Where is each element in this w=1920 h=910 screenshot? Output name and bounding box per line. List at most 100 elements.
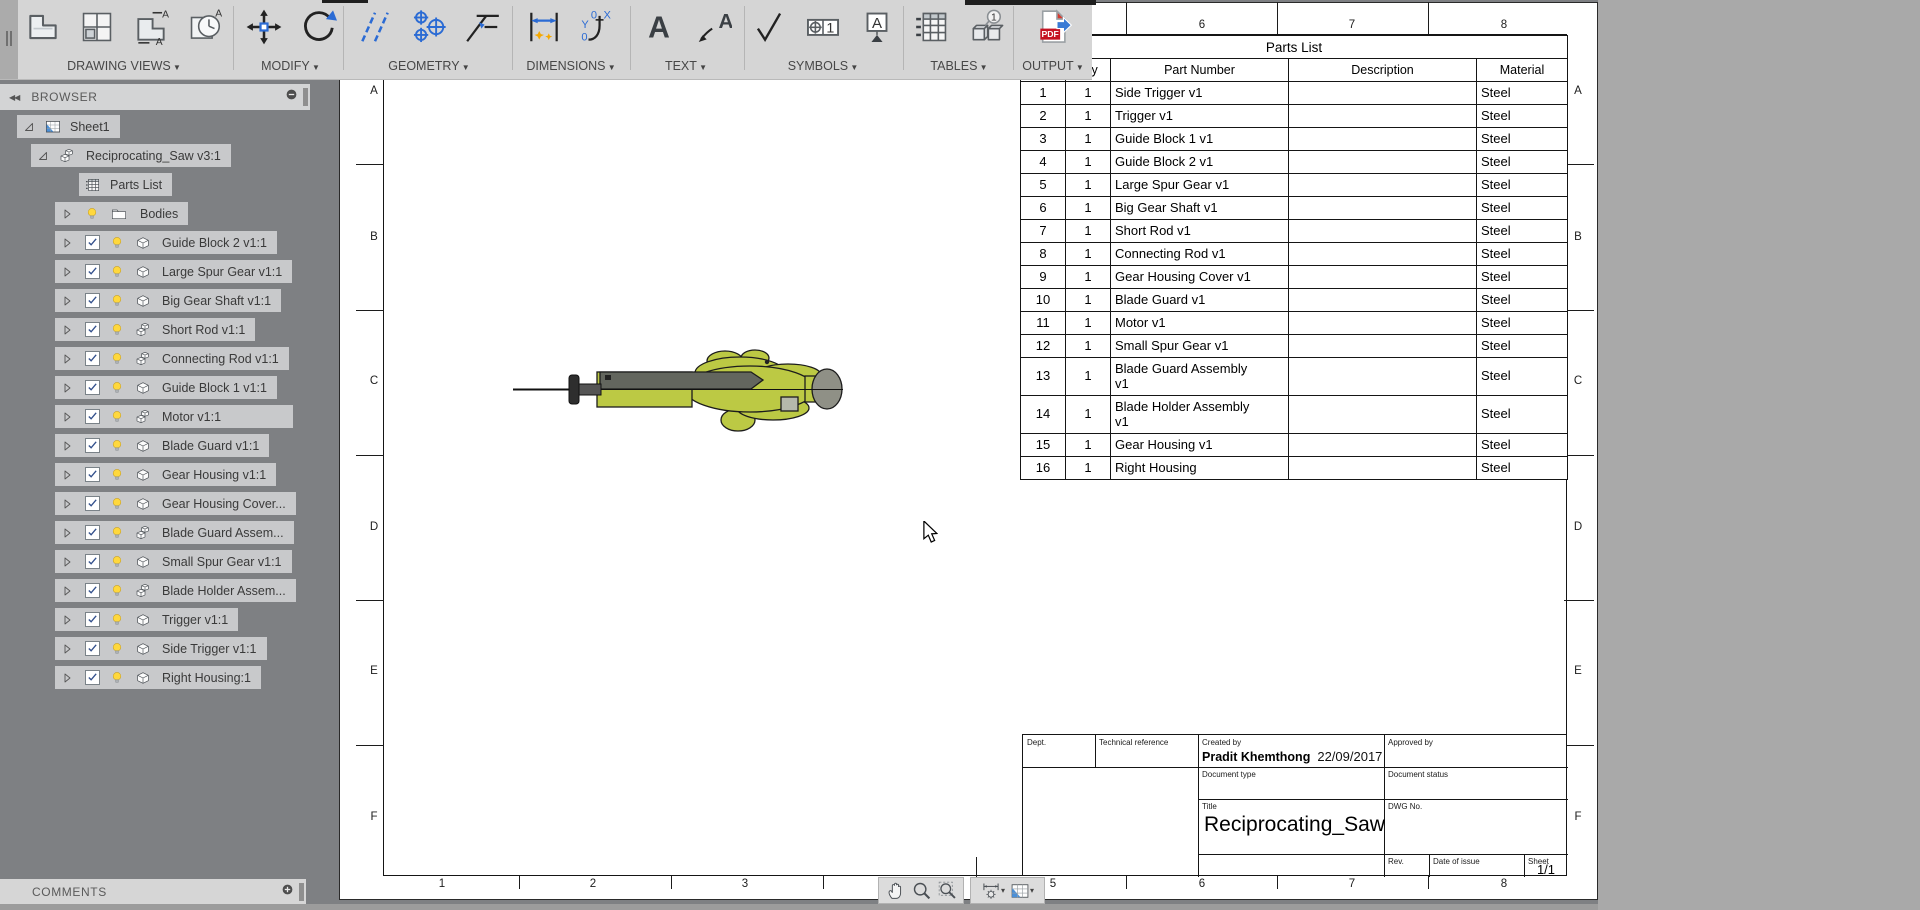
expander-open[interactable] xyxy=(22,112,36,141)
pan-button[interactable] xyxy=(885,880,906,901)
circle-minus-icon[interactable] xyxy=(285,88,298,106)
visibility-checkbox[interactable] xyxy=(84,489,101,518)
checkbox[interactable] xyxy=(85,264,100,279)
toolbar-group-label[interactable]: TABLES ▼ xyxy=(908,59,1010,73)
dimension-settings-dropdown[interactable]: ▾ xyxy=(981,881,1005,901)
browser-row-short-rod-v1-1[interactable]: Short Rod v1:1 xyxy=(0,315,310,344)
rotate-button[interactable] xyxy=(298,7,338,47)
browser-row-big-gear-shaft-v1-1[interactable]: Big Gear Shaft v1:1 xyxy=(0,286,310,315)
datum-identifier-button[interactable]: A xyxy=(857,7,897,47)
expander-closed[interactable] xyxy=(60,576,74,605)
visibility-checkbox[interactable] xyxy=(84,518,101,547)
checkbox[interactable] xyxy=(85,467,100,482)
browser-item-label[interactable]: Parts List xyxy=(110,178,162,192)
browser-header[interactable]: ◀◀ BROWSER xyxy=(0,84,310,110)
expander-closed[interactable] xyxy=(60,199,74,228)
edge-extension-button[interactable] xyxy=(463,7,503,47)
browser-item-label[interactable]: Large Spur Gear v1:1 xyxy=(162,265,282,279)
browser-row-sheet1[interactable]: Sheet1 xyxy=(0,112,310,141)
browser-item-label[interactable]: Big Gear Shaft v1:1 xyxy=(162,294,271,308)
browser-item-label[interactable]: Short Rod v1:1 xyxy=(162,323,245,337)
lightbulb-icon[interactable] xyxy=(109,634,125,663)
checkbox[interactable] xyxy=(85,438,100,453)
browser-row-blade-guard-assem[interactable]: Blade Guard Assem... xyxy=(0,518,310,547)
text-button[interactable]: A xyxy=(639,7,679,47)
lightbulb-icon[interactable] xyxy=(109,663,125,692)
base-view-button[interactable] xyxy=(23,7,63,47)
browser-row-blade-guard-v1-1[interactable]: Blade Guard v1:1 xyxy=(0,431,310,460)
browser-item-label[interactable]: Blade Guard Assem... xyxy=(162,526,284,540)
collapse-panel-icon[interactable]: ◀◀ xyxy=(9,93,19,102)
visibility-checkbox[interactable] xyxy=(84,257,101,286)
expander-closed[interactable] xyxy=(60,257,74,286)
browser-item-label[interactable]: Trigger v1:1 xyxy=(162,613,228,627)
lightbulb-icon[interactable] xyxy=(109,228,125,257)
expander-closed[interactable] xyxy=(60,344,74,373)
browser-item-label[interactable]: Right Housing:1 xyxy=(162,671,251,685)
checkbox[interactable] xyxy=(85,496,100,511)
comments-scrollbar[interactable] xyxy=(299,883,304,901)
browser-row-side-trigger-v1-1[interactable]: Side Trigger v1:1 xyxy=(0,634,310,663)
comments-bar[interactable]: COMMENTS xyxy=(0,879,306,904)
expander-closed[interactable] xyxy=(60,663,74,692)
expander-closed[interactable] xyxy=(60,605,74,634)
browser-row-guide-block-2-v1-1[interactable]: Guide Block 2 v1:1 xyxy=(0,228,310,257)
lightbulb-icon[interactable] xyxy=(109,315,125,344)
expander-closed[interactable] xyxy=(60,518,74,547)
center-mark-button[interactable] xyxy=(409,7,449,47)
leader-text-button[interactable]: A xyxy=(693,7,733,47)
checkbox[interactable] xyxy=(85,641,100,656)
visibility-checkbox[interactable] xyxy=(84,431,101,460)
zoom-button[interactable] xyxy=(911,880,932,901)
expander-closed[interactable] xyxy=(60,634,74,663)
projected-view-button[interactable] xyxy=(77,7,117,47)
expander-closed[interactable] xyxy=(60,489,74,518)
lightbulb-icon[interactable] xyxy=(109,460,125,489)
checkbox[interactable] xyxy=(85,554,100,569)
visibility-checkbox[interactable] xyxy=(84,576,101,605)
checkbox[interactable] xyxy=(85,409,100,424)
visibility-checkbox[interactable] xyxy=(84,402,101,431)
expander-closed[interactable] xyxy=(60,460,74,489)
zoom-window-button[interactable] xyxy=(937,880,958,901)
lightbulb-icon[interactable] xyxy=(109,576,125,605)
expander-closed[interactable] xyxy=(60,547,74,576)
browser-item-label[interactable]: Blade Holder Assem... xyxy=(162,584,286,598)
lightbulb-icon[interactable] xyxy=(109,286,125,315)
checkbox[interactable] xyxy=(85,670,100,685)
browser-item-label[interactable]: Side Trigger v1:1 xyxy=(162,642,257,656)
centerline-button[interactable] xyxy=(355,7,395,47)
surface-finish-button[interactable] xyxy=(749,7,789,47)
visibility-checkbox[interactable] xyxy=(84,663,101,692)
lightbulb-icon[interactable] xyxy=(109,257,125,286)
browser-row-parts-list[interactable]: Parts List xyxy=(0,170,310,199)
browser-row-bodies[interactable]: Bodies xyxy=(0,199,310,228)
toolbar-group-label[interactable]: DIMENSIONS ▼ xyxy=(516,59,626,73)
dimension-button[interactable] xyxy=(524,7,564,47)
circle-plus-icon[interactable] xyxy=(281,883,294,901)
lightbulb-icon[interactable] xyxy=(109,605,125,634)
browser-item-label[interactable]: Reciprocating_Saw v3:1 xyxy=(86,149,221,163)
checkbox[interactable] xyxy=(85,525,100,540)
checkbox[interactable] xyxy=(85,235,100,250)
expander-closed[interactable] xyxy=(60,286,74,315)
browser-row-reciprocating-saw-v3-1[interactable]: Reciprocating_Saw v3:1 xyxy=(0,141,310,170)
lightbulb-icon[interactable] xyxy=(109,402,125,431)
checkbox[interactable] xyxy=(85,322,100,337)
renumber-balloons-button[interactable]: 1 xyxy=(966,7,1006,47)
output-pdf-button[interactable]: PDF xyxy=(1033,7,1073,47)
browser-item-label[interactable]: Sheet1 xyxy=(70,120,110,134)
toolbar-group-label[interactable]: MODIFY ▼ xyxy=(238,59,343,73)
visibility-checkbox[interactable] xyxy=(84,373,101,402)
expander-open[interactable] xyxy=(36,141,50,170)
lightbulb-icon[interactable] xyxy=(109,431,125,460)
browser-row-gear-housing-v1-1[interactable]: Gear Housing v1:1 xyxy=(0,460,310,489)
browser-row-gear-housing-cover[interactable]: Gear Housing Cover... xyxy=(0,489,310,518)
expander-closed[interactable] xyxy=(60,315,74,344)
lightbulb-icon[interactable] xyxy=(109,344,125,373)
expander-closed[interactable] xyxy=(60,228,74,257)
lightbulb-icon[interactable] xyxy=(84,199,100,228)
balloon-button[interactable]: 1 xyxy=(803,7,843,47)
detail-view-button[interactable]: A xyxy=(185,7,225,47)
browser-item-label[interactable]: Bodies xyxy=(140,207,178,221)
